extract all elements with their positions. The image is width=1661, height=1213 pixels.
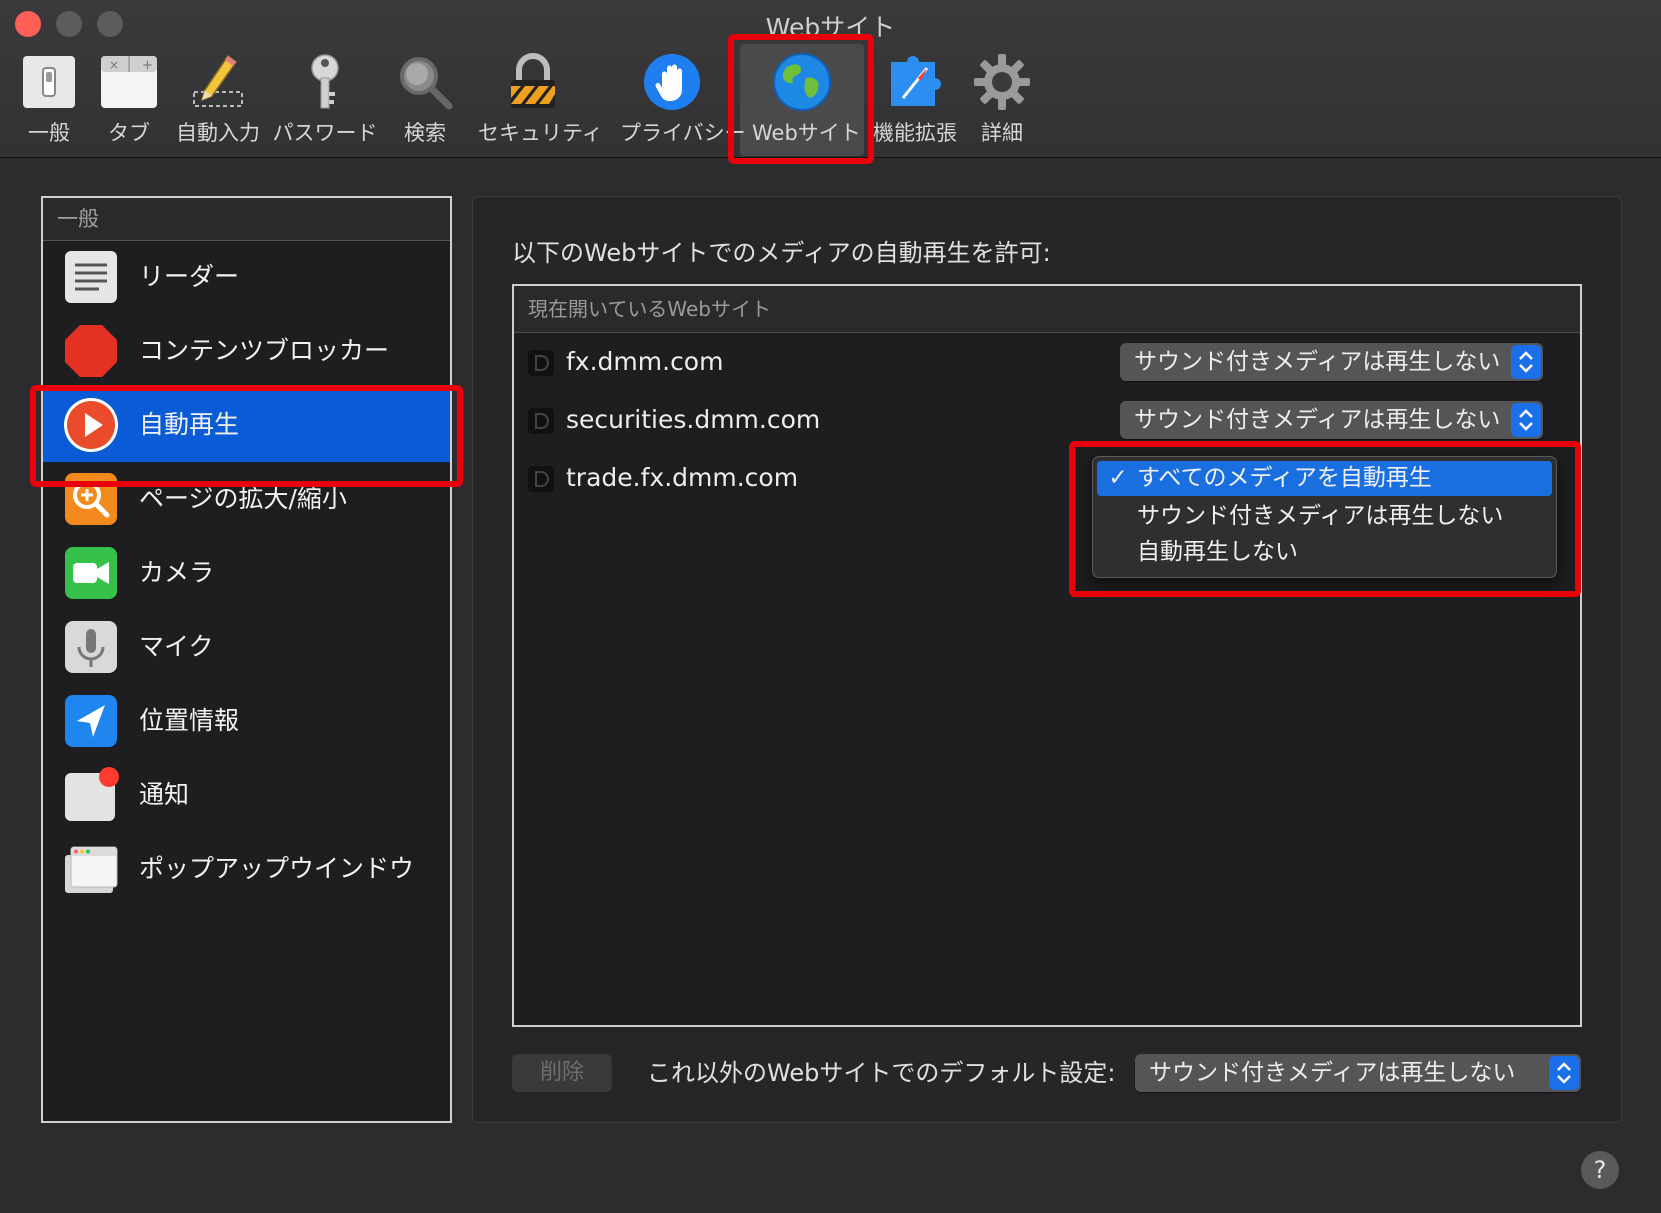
- sidebar-item-reader[interactable]: リーダー: [43, 240, 450, 314]
- microphone-icon: [65, 621, 117, 673]
- site-favicon-icon: [528, 466, 554, 492]
- sidebar-item-label: 通知: [139, 780, 190, 809]
- chevron-up-down-icon: [1511, 345, 1541, 379]
- svg-text:+: +: [142, 58, 153, 73]
- table-header: 現在開いているWebサイト: [514, 286, 1580, 333]
- toolbar-autofill[interactable]: 自動入力: [176, 52, 260, 152]
- location-icon: [65, 695, 117, 747]
- sidebar-item-camera[interactable]: カメラ: [43, 536, 450, 610]
- switch-icon: [23, 56, 75, 108]
- toolbar-security-label: セキュリティ: [478, 121, 603, 145]
- sidebar-item-label: 位置情報: [139, 706, 240, 735]
- sidebar-item-location[interactable]: 位置情報: [43, 684, 450, 758]
- help-button[interactable]: ?: [1581, 1151, 1619, 1189]
- sidebar-item-label: コンテンツブロッカー: [139, 336, 390, 365]
- padlock-icon: [511, 53, 555, 108]
- toolbar-tabs[interactable]: × + タブ: [98, 52, 160, 152]
- popup-window-icon: [65, 846, 118, 893]
- sidebar-item-popup-windows[interactable]: ポップアップウインドウ: [43, 832, 450, 906]
- toolbar-privacy-label: プライバシー: [620, 121, 746, 145]
- preferences-window: Webサイト 一般 × + タブ 自動入力 パスワード 検索 セキュリティ プラ…: [0, 0, 1661, 1213]
- magnifier-icon: [400, 57, 453, 110]
- sidebar-item-label: リーダー: [139, 262, 240, 291]
- toolbar-search[interactable]: 検索: [395, 52, 455, 152]
- select-value: サウンド付きメディアは再生しない: [1149, 1060, 1516, 1086]
- hand-icon: [644, 54, 700, 110]
- key-icon: [311, 54, 339, 109]
- toolbar-extensions-label: 機能拡張: [873, 121, 957, 145]
- gear-icon: [974, 54, 1030, 110]
- reader-icon: [65, 251, 117, 303]
- toolbar-search-label: 検索: [404, 121, 446, 145]
- panel-heading: 以下のWebサイトでのメディアの自動再生を許可:: [512, 239, 1051, 267]
- site-favicon-icon: [528, 408, 554, 434]
- stop-sign-icon: [65, 325, 117, 377]
- select-value: サウンド付きメディアは再生しない: [1134, 349, 1501, 375]
- toolbar: Webサイト 一般 × + タブ 自動入力 パスワード 検索 セキュリティ プラ…: [0, 0, 1661, 164]
- sidebar-item-microphone[interactable]: マイク: [43, 610, 450, 684]
- toolbar-privacy[interactable]: プライバシー: [620, 52, 746, 152]
- delete-button[interactable]: 削除: [512, 1054, 612, 1092]
- notification-icon: [65, 767, 119, 821]
- site-autoplay-select[interactable]: サウンド付きメディアは再生しない: [1120, 401, 1543, 439]
- camera-icon: [65, 547, 117, 599]
- toolbar-passwords-label: パスワード: [272, 121, 378, 145]
- toolbar-extensions[interactable]: 機能拡張: [873, 52, 957, 152]
- sidebar-item-notifications[interactable]: 通知: [43, 758, 450, 832]
- chevron-up-down-icon: [1549, 1056, 1579, 1090]
- site-favicon-icon: [528, 350, 554, 376]
- sidebar: 一般 リーダー コンテンツブロッカー 自動再生 ページの拡大/縮小 カメラ マイ…: [41, 196, 452, 1123]
- chevron-up-down-icon: [1511, 403, 1541, 437]
- pencil-icon: [193, 54, 243, 107]
- svg-text:×: ×: [109, 58, 119, 72]
- default-setting-label: これ以外のWebサイトでのデフォルト設定:: [647, 1059, 1116, 1087]
- toolbar-general[interactable]: 一般: [18, 52, 80, 152]
- sidebar-item-content-blockers[interactable]: コンテンツブロッカー: [43, 314, 450, 388]
- toolbar-autofill-label: 自動入力: [176, 121, 260, 145]
- sidebar-item-label: マイク: [139, 632, 214, 661]
- sidebar-header: 一般: [43, 198, 450, 241]
- default-autoplay-select[interactable]: サウンド付きメディアは再生しない: [1135, 1054, 1581, 1092]
- site-domain: trade.fx.dmm.com: [566, 463, 799, 492]
- site-autoplay-select[interactable]: サウンド付きメディアは再生しない: [1120, 343, 1543, 381]
- sidebar-item-label: ポップアップウインドウ: [139, 854, 415, 883]
- annotation-highlight-autoplay: [30, 385, 463, 487]
- annotation-highlight-menu: [1069, 441, 1581, 597]
- toolbar-security[interactable]: セキュリティ: [478, 52, 603, 152]
- site-domain: securities.dmm.com: [566, 405, 821, 434]
- sidebar-item-label: カメラ: [139, 558, 215, 587]
- select-value: サウンド付きメディアは再生しない: [1134, 407, 1501, 433]
- toolbar-advanced[interactable]: 詳細: [972, 52, 1032, 152]
- settings-panel: 以下のWebサイトでのメディアの自動再生を許可: 現在開いているWebサイト f…: [472, 196, 1622, 1123]
- tabs-icon: × +: [101, 56, 157, 108]
- toolbar-advanced-label: 詳細: [981, 121, 1023, 145]
- websites-table[interactable]: 現在開いているWebサイト fx.dmm.com サウンド付きメディアは再生しな…: [512, 284, 1582, 1027]
- puzzle-compass-icon: [891, 56, 941, 106]
- site-domain: fx.dmm.com: [566, 347, 724, 376]
- toolbar-passwords[interactable]: パスワード: [273, 52, 378, 152]
- annotation-highlight-websites-tab: [728, 34, 874, 164]
